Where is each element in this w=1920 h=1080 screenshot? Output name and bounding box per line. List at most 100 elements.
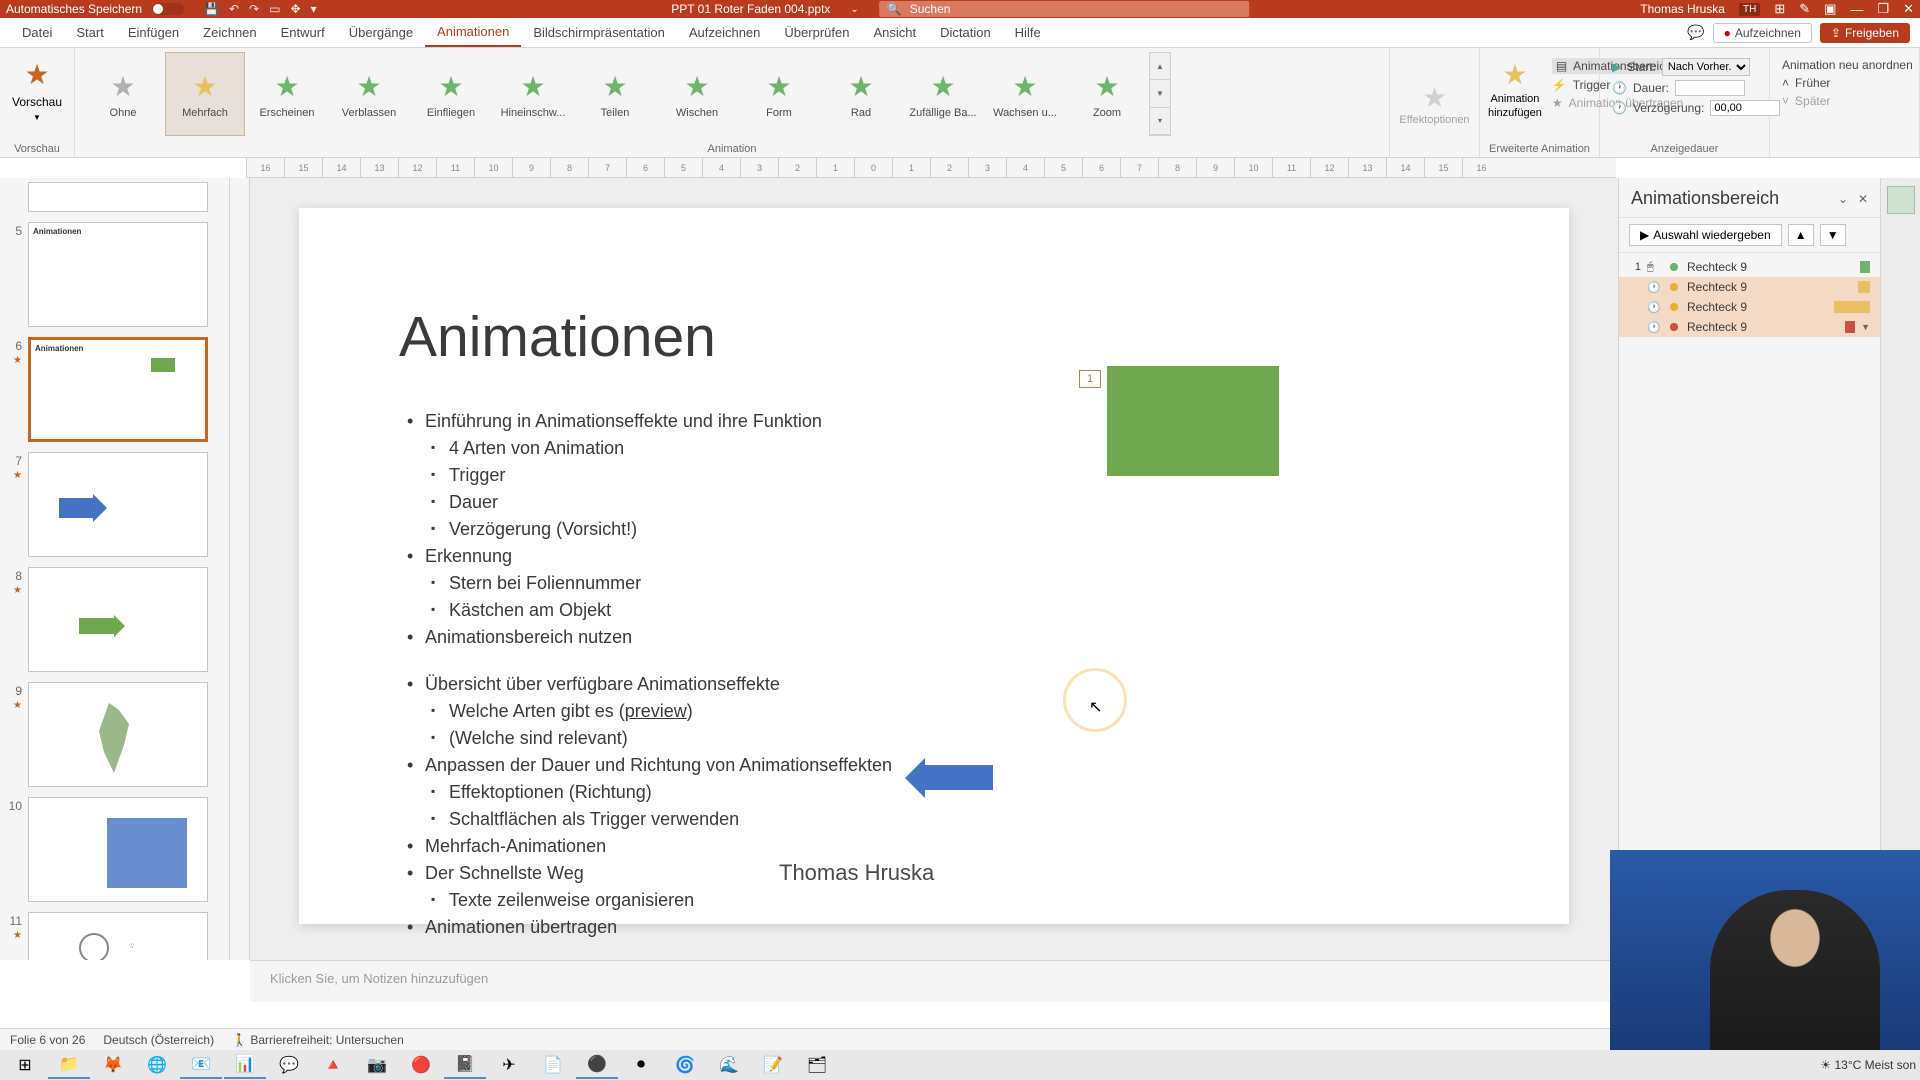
pane-close-icon[interactable]: ✕ [1858, 192, 1868, 206]
gallery-scroll[interactable]: ▲▼▾ [1149, 52, 1171, 136]
tab-ansicht[interactable]: Ansicht [861, 18, 928, 47]
search-box[interactable]: 🔍 [879, 1, 1249, 17]
notes-pane[interactable]: Klicken Sie, um Notizen hinzuzufügen [250, 960, 1616, 1002]
close-icon[interactable]: ✕ [1903, 1, 1914, 17]
telegram-icon[interactable]: ✈ [488, 1051, 530, 1079]
move-up-button[interactable]: ▲ [1788, 224, 1814, 246]
app-icon[interactable]: 📷 [356, 1051, 398, 1079]
timing-delay[interactable]: 🕐Verzögerung: [1612, 100, 1757, 116]
record-button[interactable]: ●Aufzeichnen [1713, 23, 1812, 43]
outlook-icon[interactable]: 📧 [180, 1051, 222, 1079]
thumb-8[interactable] [28, 567, 208, 672]
slide-canvas[interactable]: Animationen Einführung in Animationseffe… [299, 208, 1569, 924]
app-icon[interactable]: 🔴 [400, 1051, 442, 1079]
window-icon[interactable]: ▣ [1824, 1, 1836, 17]
anim-list-item[interactable]: 🕐Rechteck 9▼ [1619, 317, 1880, 337]
app-icon[interactable]: 💬 [268, 1051, 310, 1079]
tab-datei[interactable]: Datei [10, 18, 64, 47]
obs-icon[interactable]: ⚫ [576, 1051, 618, 1079]
tab-hilfe[interactable]: Hilfe [1003, 18, 1053, 47]
app-icon[interactable]: 📝 [752, 1051, 794, 1079]
thumb-11[interactable]: ♡ [28, 912, 208, 960]
tab-dictation[interactable]: Dictation [928, 18, 1003, 47]
tab-start[interactable]: Start [64, 18, 115, 47]
redo-icon[interactable]: ↷ [249, 2, 259, 16]
anim-teilen[interactable]: ★Teilen [575, 52, 655, 136]
tab-animationen[interactable]: Animationen [425, 18, 521, 47]
filename[interactable]: PPT 01 Roter Faden 004.pptx [671, 2, 830, 16]
explorer-icon[interactable]: 📁 [48, 1051, 90, 1079]
anim-verblassen[interactable]: ★Verblassen [329, 52, 409, 136]
thumb-7[interactable] [28, 452, 208, 557]
tab-ueberpruefen[interactable]: Überprüfen [772, 18, 861, 47]
anim-list-item[interactable]: 1🖱Rechteck 9 [1619, 257, 1880, 277]
anim-mehrfach[interactable]: ★Mehrfach [165, 52, 245, 136]
side-button[interactable] [1887, 186, 1915, 214]
anim-zoom[interactable]: ★Zoom [1067, 52, 1147, 136]
coming-soon-icon[interactable]: ⊞ [1774, 1, 1785, 17]
minimize-icon[interactable]: — [1850, 2, 1863, 17]
thumb-6[interactable]: Animationen [28, 337, 208, 442]
scroll-up-icon[interactable]: ▲ [1150, 53, 1170, 80]
scroll-more-icon[interactable]: ▾ [1150, 108, 1170, 135]
maximize-icon[interactable]: ❐ [1877, 1, 1889, 17]
weather-widget[interactable]: ☀ 13°C Meist son [1820, 1058, 1916, 1072]
app-icon[interactable]: ⏺ [620, 1051, 662, 1079]
drawing-icon[interactable]: ✎ [1799, 1, 1810, 17]
add-animation-button[interactable]: ★ Animation hinzufügen [1488, 52, 1542, 155]
thumb-9[interactable] [28, 682, 208, 787]
app-icon[interactable]: 🌀 [664, 1051, 706, 1079]
tab-uebergaenge[interactable]: Übergänge [337, 18, 425, 47]
blue-arrow-shape[interactable] [923, 765, 993, 790]
slide-editor[interactable]: Animationen Einführung in Animationseffe… [250, 178, 1618, 960]
search-input[interactable] [910, 2, 1241, 16]
slide-thumbnails[interactable]: 5Animationen 6★Animationen 7★ 8★ 9★ 10 1… [0, 178, 230, 960]
tab-zeichnen[interactable]: Zeichnen [191, 18, 268, 47]
comments-icon[interactable]: 💬 [1687, 24, 1704, 41]
timing-start[interactable]: ▶Start:Nach Vorher... [1612, 58, 1757, 76]
tab-einfuegen[interactable]: Einfügen [116, 18, 191, 47]
language-status[interactable]: Deutsch (Österreich) [103, 1033, 214, 1047]
powerpoint-icon[interactable]: 📊 [224, 1051, 266, 1079]
tab-entwurf[interactable]: Entwurf [269, 18, 337, 47]
save-icon[interactable]: 💾 [204, 2, 219, 16]
touch-icon[interactable]: ✥ [291, 2, 301, 16]
scroll-down-icon[interactable]: ▼ [1150, 80, 1170, 107]
tab-aufzeichnen[interactable]: Aufzeichnen [677, 18, 773, 47]
onenote-icon[interactable]: 📓 [444, 1051, 486, 1079]
slideshow-icon[interactable]: ▭ [269, 2, 280, 16]
edge-icon[interactable]: 🌊 [708, 1051, 750, 1079]
anim-form[interactable]: ★Form [739, 52, 819, 136]
timing-duration[interactable]: 🕐Dauer: [1612, 80, 1757, 96]
animation-gallery[interactable]: ★Ohne ★Mehrfach ★Erscheinen ★Verblassen … [83, 52, 1381, 136]
animation-tag[interactable]: 1 [1079, 370, 1101, 388]
anim-list-item[interactable]: 🕐Rechteck 9 [1619, 297, 1880, 317]
undo-icon[interactable]: ↶ [229, 2, 239, 16]
anim-einfliegen[interactable]: ★Einfliegen [411, 52, 491, 136]
pane-dropdown-icon[interactable]: ⌄ [1838, 192, 1848, 206]
anim-wachsen[interactable]: ★Wachsen u... [985, 52, 1065, 136]
vlc-icon[interactable]: 🔺 [312, 1051, 354, 1079]
slide-title[interactable]: Animationen [399, 304, 1469, 370]
tab-bildschirm[interactable]: Bildschirmpräsentation [521, 18, 677, 47]
anim-erscheinen[interactable]: ★Erscheinen [247, 52, 327, 136]
app-icon[interactable]: 🗂 [796, 1051, 838, 1079]
move-earlier[interactable]: ˄Früher [1782, 76, 1907, 90]
start-menu-icon[interactable]: ⊞ [4, 1051, 46, 1079]
user-name[interactable]: Thomas Hruska [1640, 2, 1725, 16]
anim-list-item[interactable]: 🕐Rechteck 9 [1619, 277, 1880, 297]
chrome-icon[interactable]: 🌐 [136, 1051, 178, 1079]
qat-more-icon[interactable]: ▾ [311, 2, 317, 16]
thumb-4-partial[interactable] [28, 182, 208, 212]
anim-zufaellig[interactable]: ★Zufällige Ba... [903, 52, 983, 136]
thumb-10[interactable] [28, 797, 208, 902]
green-rectangle-shape[interactable] [1107, 366, 1279, 476]
filename-dropdown-icon[interactable]: ⌄ [850, 4, 858, 15]
accessibility-status[interactable]: 🚶 Barrierefreiheit: Untersuchen [232, 1033, 404, 1047]
anim-rad[interactable]: ★Rad [821, 52, 901, 136]
thumb-5[interactable]: Animationen [28, 222, 208, 327]
start-select[interactable]: Nach Vorher... [1662, 58, 1750, 76]
autosave-toggle[interactable] [152, 3, 184, 15]
duration-input[interactable] [1675, 80, 1745, 96]
play-selection-button[interactable]: ▶Auswahl wiedergeben [1629, 224, 1782, 246]
